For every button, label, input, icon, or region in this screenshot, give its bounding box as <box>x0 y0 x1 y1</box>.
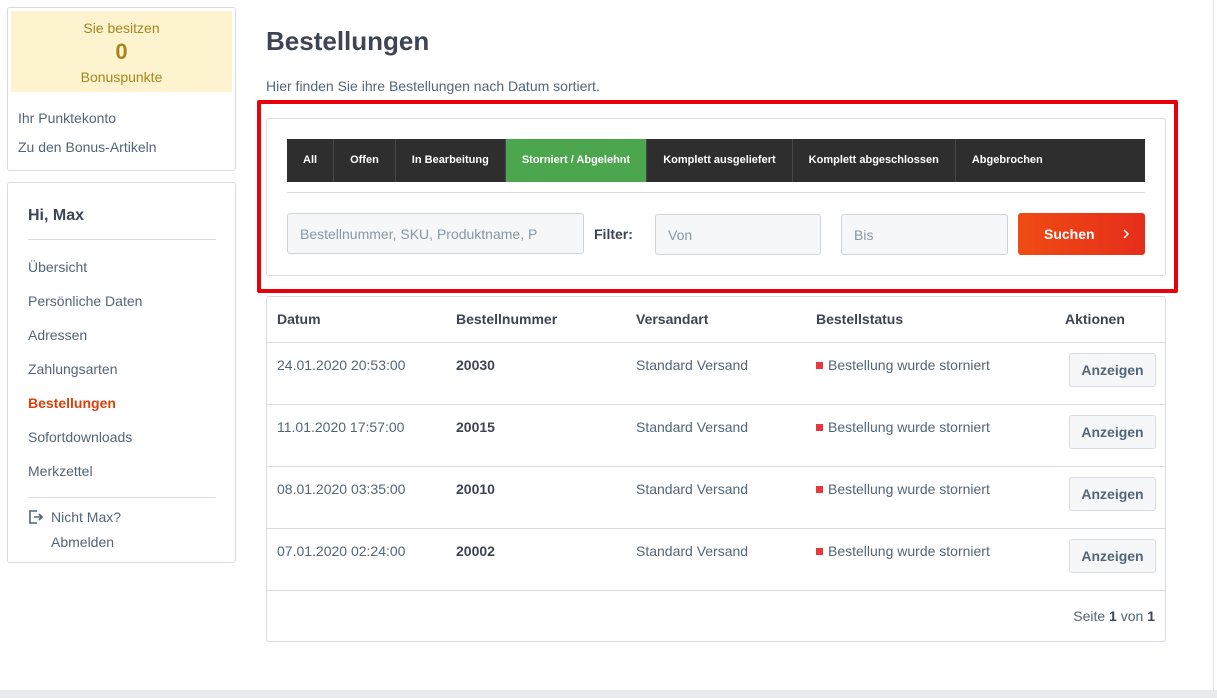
page-edge <box>1213 0 1214 690</box>
column-header-actions: Aktionen <box>1065 311 1125 327</box>
bonus-points-box: Sie besitzen 0 Bonuspunkte <box>11 11 232 92</box>
sidebar-item-addresses[interactable]: Adressen <box>28 327 87 343</box>
view-order-button[interactable]: Anzeigen <box>1069 353 1156 387</box>
row-divider <box>267 590 1165 591</box>
page-description: Hier finden Sie ihre Bestellungen nach D… <box>266 78 600 94</box>
points-account-link[interactable]: Ihr Punktekonto <box>18 110 116 126</box>
row-divider <box>267 466 1165 467</box>
status-indicator-icon <box>816 362 823 369</box>
order-shipping: Standard Versand <box>636 481 749 497</box>
column-header-status: Bestellstatus <box>816 311 904 327</box>
sidebar-item-personal-data[interactable]: Persönliche Daten <box>28 293 142 309</box>
pagination-current: 1 <box>1109 608 1117 624</box>
order-number: 20010 <box>456 481 495 497</box>
order-status-text: Bestellung wurde storniert <box>828 357 990 373</box>
column-header-date: Datum <box>277 311 321 327</box>
order-date: 08.01.2020 03:35:00 <box>277 481 406 497</box>
logout-icon[interactable] <box>28 509 44 525</box>
row-divider <box>267 404 1165 405</box>
bonus-panel: Sie besitzen 0 Bonuspunkte Ihr Punktekon… <box>7 7 236 171</box>
bonus-label-top: Sie besitzen <box>83 20 160 36</box>
highlight-frame <box>257 100 1178 293</box>
order-status: Bestellung wurde storniert <box>816 543 990 559</box>
order-status: Bestellung wurde storniert <box>816 419 990 435</box>
order-status: Bestellung wurde storniert <box>816 357 990 373</box>
orders-table: Datum Bestellnummer Versandart Bestellst… <box>266 296 1166 642</box>
order-status-text: Bestellung wurde storniert <box>828 419 990 435</box>
sidebar-item-overview[interactable]: Übersicht <box>28 259 87 275</box>
column-header-shipping: Versandart <box>636 311 709 327</box>
pagination-separator: von <box>1120 608 1144 624</box>
order-date: 07.01.2020 02:24:00 <box>277 543 406 559</box>
status-indicator-icon <box>816 424 823 431</box>
sidebar-item-wishlist[interactable]: Merkzettel <box>28 463 93 479</box>
order-number: 20015 <box>456 419 495 435</box>
bonus-points-value: 0 <box>115 39 128 64</box>
sidebar-item-orders[interactable]: Bestellungen <box>28 395 116 411</box>
order-number: 20002 <box>456 543 495 559</box>
sidebar-item-payment-methods[interactable]: Zahlungsarten <box>28 361 118 377</box>
order-status-text: Bestellung wurde storniert <box>828 481 990 497</box>
account-greeting: Hi, Max <box>28 207 85 224</box>
order-shipping: Standard Versand <box>636 419 749 435</box>
sidebar-divider <box>28 239 216 240</box>
order-number: 20030 <box>456 357 495 373</box>
order-shipping: Standard Versand <box>636 543 749 559</box>
sidebar-item-downloads[interactable]: Sofortdownloads <box>28 429 132 445</box>
order-date: 11.01.2020 17:57:00 <box>277 419 405 435</box>
status-indicator-icon <box>816 486 823 493</box>
pagination: Seite 1 von 1 <box>1073 608 1155 624</box>
view-order-button[interactable]: Anzeigen <box>1069 415 1156 449</box>
pagination-total: 1 <box>1147 608 1155 624</box>
view-order-button[interactable]: Anzeigen <box>1069 539 1156 573</box>
logout-link[interactable]: Abmelden <box>51 534 114 550</box>
bonus-label-bottom: Bonuspunkte <box>80 69 163 85</box>
row-divider <box>267 342 1165 343</box>
order-status: Bestellung wurde storniert <box>816 481 990 497</box>
not-user-link[interactable]: Nicht Max? <box>51 509 121 525</box>
order-shipping: Standard Versand <box>636 357 749 373</box>
bonus-articles-link[interactable]: Zu den Bonus-Artikeln <box>18 139 157 155</box>
page-title: Bestellungen <box>266 26 430 56</box>
status-indicator-icon <box>816 548 823 555</box>
account-sidebar: Hi, Max Übersicht Persönliche Daten Adre… <box>7 182 236 563</box>
sidebar-divider <box>28 497 216 498</box>
order-date: 24.01.2020 20:53:00 <box>277 357 406 373</box>
pagination-prefix: Seite <box>1073 608 1106 624</box>
view-order-button[interactable]: Anzeigen <box>1069 477 1156 511</box>
footer-strip <box>0 690 1217 698</box>
row-divider <box>267 528 1165 529</box>
order-status-text: Bestellung wurde storniert <box>828 543 990 559</box>
column-header-order-number: Bestellnummer <box>456 311 558 327</box>
